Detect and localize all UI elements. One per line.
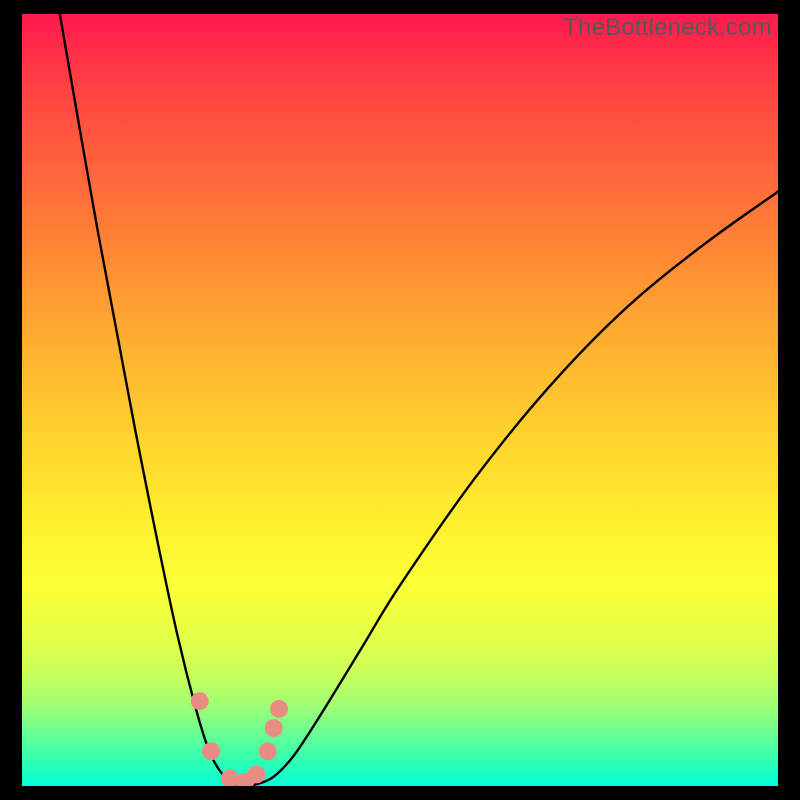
- marker-dot: [259, 742, 277, 760]
- marker-dot: [265, 719, 283, 737]
- marker-dot: [270, 700, 288, 718]
- bottleneck-curve: [60, 14, 778, 786]
- watermark-text: TheBottleneck.com: [563, 14, 772, 42]
- marker-dot: [191, 692, 209, 710]
- marker-dot: [202, 742, 220, 760]
- marker-dot: [247, 765, 265, 783]
- chart-frame: TheBottleneck.com: [22, 14, 778, 786]
- chart-svg: [22, 14, 778, 786]
